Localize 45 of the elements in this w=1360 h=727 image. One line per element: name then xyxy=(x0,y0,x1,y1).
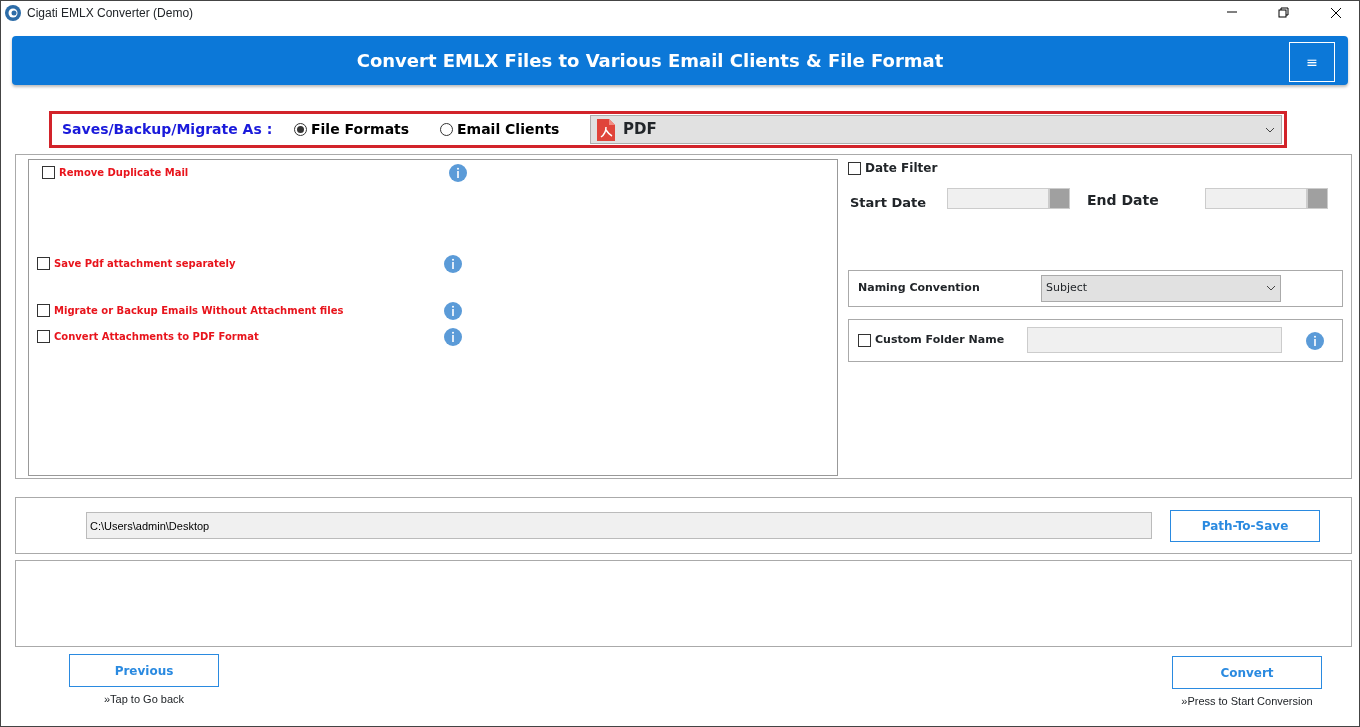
checkbox[interactable] xyxy=(42,165,55,179)
end-date-field[interactable] xyxy=(1205,188,1307,210)
option-label: Convert Attachments to PDF Format xyxy=(54,329,260,344)
custom-folder-field[interactable] xyxy=(1027,327,1282,353)
pdf-file-icon xyxy=(597,118,615,141)
convert-button[interactable]: Convert xyxy=(1172,656,1322,689)
option-label: Save Pdf attachment separately xyxy=(54,256,237,271)
checkbox[interactable] xyxy=(37,329,50,343)
checkbox[interactable] xyxy=(37,256,50,270)
chevron-down-icon xyxy=(1266,285,1276,291)
app-logo-icon xyxy=(5,5,21,21)
naming-convention-label: Naming Convention xyxy=(858,279,981,296)
previous-button[interactable]: Previous xyxy=(69,654,219,687)
header-title: Convert EMLX Files to Various Email Clients & File Format xyxy=(356,49,944,73)
path-field[interactable]: C:\Users\admin\Desktop xyxy=(86,512,1152,539)
start-date-field[interactable] xyxy=(947,188,1049,210)
radio-option[interactable]: File Formats xyxy=(294,119,440,140)
info-icon[interactable] xyxy=(1306,331,1324,349)
info-icon[interactable] xyxy=(444,301,462,319)
save-as-label: Saves/Backup/Migrate As : xyxy=(62,120,274,139)
radio-option[interactable]: Email Clients xyxy=(440,119,586,140)
custom-folder-label: Custom Folder Name xyxy=(875,331,1006,348)
info-icon[interactable] xyxy=(449,163,467,181)
format-dropdown[interactable]: PDF xyxy=(590,115,1282,144)
checkbox[interactable] xyxy=(848,161,861,175)
close-icon[interactable] xyxy=(1330,7,1342,19)
info-icon[interactable] xyxy=(444,327,462,345)
restore-icon[interactable] xyxy=(1278,7,1290,19)
option-label: Remove Duplicate Mail xyxy=(59,165,190,180)
start-date-label: Start Date xyxy=(850,194,928,212)
window-title: Cigati EMLX Converter (Demo) xyxy=(27,5,194,22)
date-filter-label: Date Filter xyxy=(865,160,938,177)
checkbox[interactable] xyxy=(37,303,50,317)
checkbox[interactable] xyxy=(858,333,871,347)
button-hint: »Press to Start Conversion xyxy=(1180,694,1314,709)
naming-convention-dropdown[interactable]: Subject xyxy=(1041,274,1281,302)
calendar-button[interactable] xyxy=(1307,188,1328,210)
info-icon[interactable] xyxy=(444,254,462,272)
path-to-save-button[interactable]: Path-To-Save xyxy=(1170,509,1320,542)
button-hint: »Tap to Go back xyxy=(102,692,186,707)
chevron-down-icon xyxy=(1265,126,1275,133)
option-label: Migrate or Backup Emails Without Attachment files xyxy=(54,303,345,318)
end-date-label: End Date xyxy=(1087,191,1160,211)
menu-button[interactable]: ≡ xyxy=(1289,42,1335,82)
calendar-button[interactable] xyxy=(1049,188,1070,210)
